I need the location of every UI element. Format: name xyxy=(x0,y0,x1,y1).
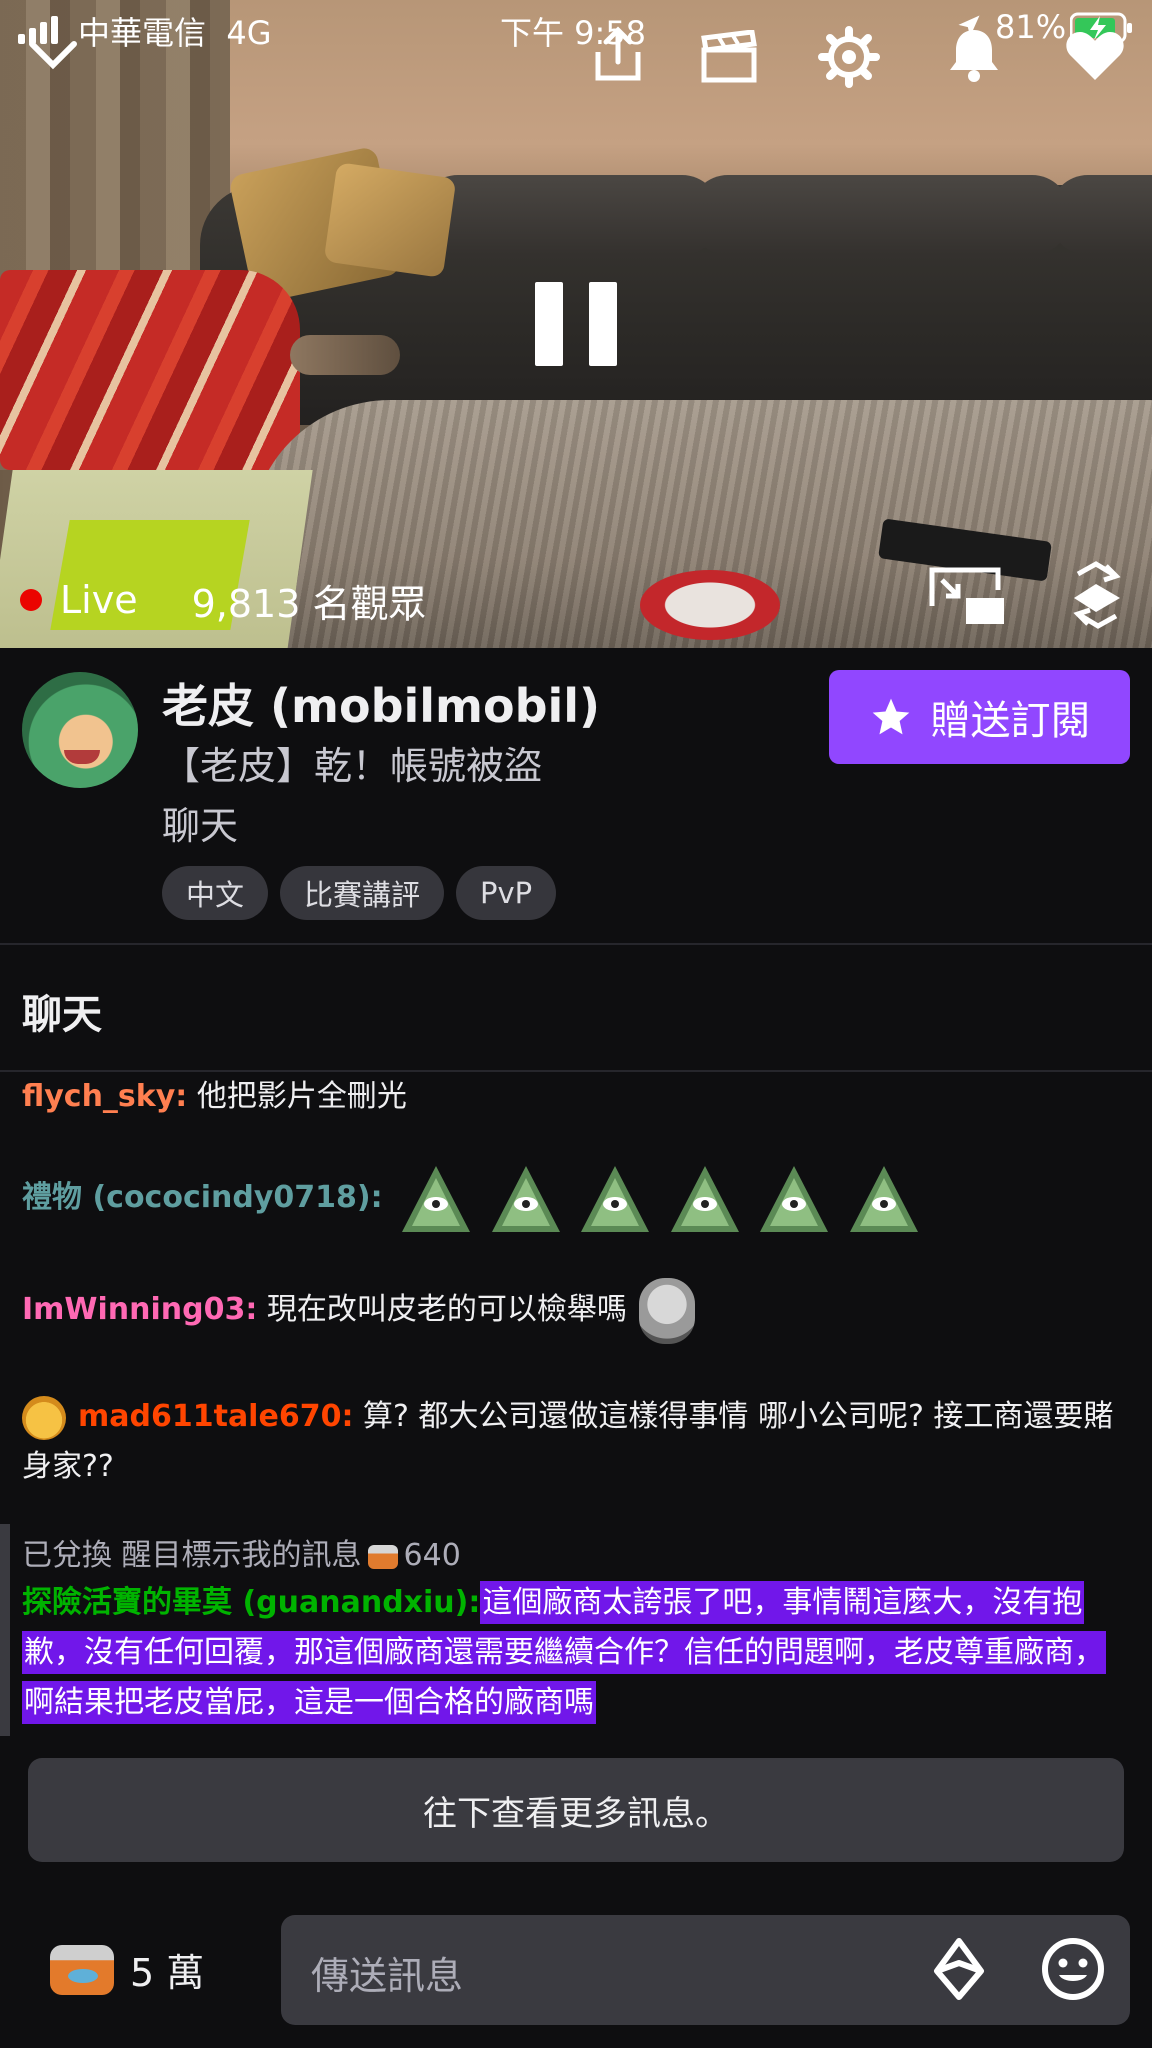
video-frame-pillow xyxy=(323,162,457,278)
tag-chip[interactable]: 中文 xyxy=(162,866,269,920)
cheer-bits-icon[interactable] xyxy=(931,1937,987,2001)
chat-message: ImWinning03: 現在改叫皮老的可以檢舉嗎 xyxy=(22,1270,1132,1350)
video-frame-cushion xyxy=(1050,175,1152,255)
chat-message: 探險活寶的畢莫 (guanandxiu):這個廠商太誇張了吧，事情鬧這麼大，沒有… xyxy=(22,1578,1132,1728)
chat-username[interactable]: flych_sky: xyxy=(22,1079,187,1114)
notification-bell-icon[interactable] xyxy=(946,24,1002,84)
chat-message: mad611tale670: 算? 都大公司還做這樣得事情 哪小公司呢? 接工商… xyxy=(22,1392,1132,1492)
stream-title: 【老皮】乾！帳號被盜 聊天 xyxy=(162,736,622,856)
redeem-text: 已兌換 醒目標示我的訊息 xyxy=(22,1538,362,1573)
pause-bar xyxy=(535,282,563,366)
stream-title-line: 【老皮】乾！帳號被盜 xyxy=(162,744,543,788)
highlighted-message: 已兌換 醒目標示我的訊息 640 探險活寶的畢莫 (guanandxiu):這個廠… xyxy=(0,1524,1152,1736)
video-player[interactable]: 中華電信 4G 下午 9:58 81% Live 9,813 名觀眾 xyxy=(0,0,1152,648)
channel-points-icon xyxy=(367,1544,398,1569)
video-frame-cat xyxy=(290,335,400,375)
chat-header: 聊天 xyxy=(22,992,102,1038)
bits-can-icon xyxy=(50,1944,114,1995)
divider xyxy=(0,943,1152,945)
live-dot-icon xyxy=(20,589,42,611)
chat-message-input[interactable]: 傳送訊息 xyxy=(281,1915,1130,2025)
illuminati-emote xyxy=(581,1165,650,1232)
pause-button[interactable] xyxy=(535,282,617,366)
tag-chip[interactable]: PvP xyxy=(456,866,557,920)
chat-username[interactable]: 禮物 (cococindy0718): xyxy=(22,1180,383,1215)
emoji-picker-icon[interactable] xyxy=(1041,1937,1105,2001)
illuminati-emote xyxy=(849,1165,918,1232)
live-label: Live xyxy=(60,578,138,622)
video-frame-cushion xyxy=(690,175,1070,255)
bits-button[interactable]: 5 萬 xyxy=(50,1942,204,1997)
illuminati-emote xyxy=(670,1165,739,1232)
chat-text: 他把影片全刪光 xyxy=(187,1079,407,1114)
scroll-to-more-messages-button[interactable]: 往下查看更多訊息。 xyxy=(28,1758,1124,1862)
highlight-indicator-bar xyxy=(0,1524,10,1736)
redeem-notice: 已兌換 醒目標示我的訊息 640 xyxy=(22,1530,461,1574)
kappa-emote xyxy=(638,1277,695,1344)
illuminati-emote xyxy=(760,1165,829,1232)
share-icon[interactable] xyxy=(592,26,644,82)
chat-input-placeholder: 傳送訊息 xyxy=(311,1954,464,1998)
picture-in-picture-icon[interactable] xyxy=(928,566,1008,628)
illuminati-emote xyxy=(491,1165,560,1232)
chat-text: 現在改叫皮老的可以檢舉嗎 xyxy=(257,1292,627,1327)
bits-amount: 5 萬 xyxy=(130,1951,205,1995)
pause-bar xyxy=(589,282,617,366)
rotate-fullscreen-icon[interactable] xyxy=(1066,560,1128,630)
nerd-badge-icon xyxy=(22,1395,66,1440)
chat-username[interactable]: mad611tale670: xyxy=(78,1399,353,1434)
chat-message: flych_sky: 他把影片全刪光 xyxy=(22,1072,1132,1122)
live-indicator: Live 9,813 名觀眾 xyxy=(20,576,426,626)
channel-avatar[interactable] xyxy=(22,672,138,788)
star-icon xyxy=(872,698,909,735)
follow-heart-icon[interactable] xyxy=(1064,28,1126,82)
illuminati-emote-group xyxy=(392,1165,920,1232)
redeem-cost: 640 xyxy=(403,1538,461,1573)
gift-subscription-button[interactable]: 贈送訂閱 xyxy=(829,670,1130,764)
stream-category[interactable]: 聊天 xyxy=(162,796,622,856)
viewer-count: 9,813 名觀眾 xyxy=(191,581,427,626)
gift-subscription-label: 贈送訂閱 xyxy=(930,698,1091,744)
tag-chip[interactable]: 比賽講評 xyxy=(280,866,445,920)
video-frame-dish xyxy=(640,570,780,640)
illuminati-emote xyxy=(402,1165,471,1232)
chat-username[interactable]: 探險活寶的畢莫 (guanandxiu): xyxy=(22,1585,480,1620)
stream-tags: 中文 比賽講評 PvP xyxy=(162,866,557,920)
video-frame-cushion xyxy=(420,175,720,255)
chat-username[interactable]: ImWinning03: xyxy=(22,1292,257,1327)
clip-clapperboard-icon[interactable] xyxy=(700,30,758,84)
settings-gear-icon[interactable] xyxy=(818,26,880,88)
video-frame-blanket xyxy=(0,270,300,470)
channel-info: 老皮 (mobilmobil) 【老皮】乾！帳號被盜 聊天 中文 比賽講評 Pv… xyxy=(0,648,1152,944)
minimize-chevron-down-icon[interactable] xyxy=(28,40,78,70)
player-top-controls xyxy=(0,0,1152,110)
channel-name[interactable]: 老皮 (mobilmobil) xyxy=(162,670,600,736)
chat-message: 禮物 (cococindy0718): xyxy=(22,1160,1132,1236)
